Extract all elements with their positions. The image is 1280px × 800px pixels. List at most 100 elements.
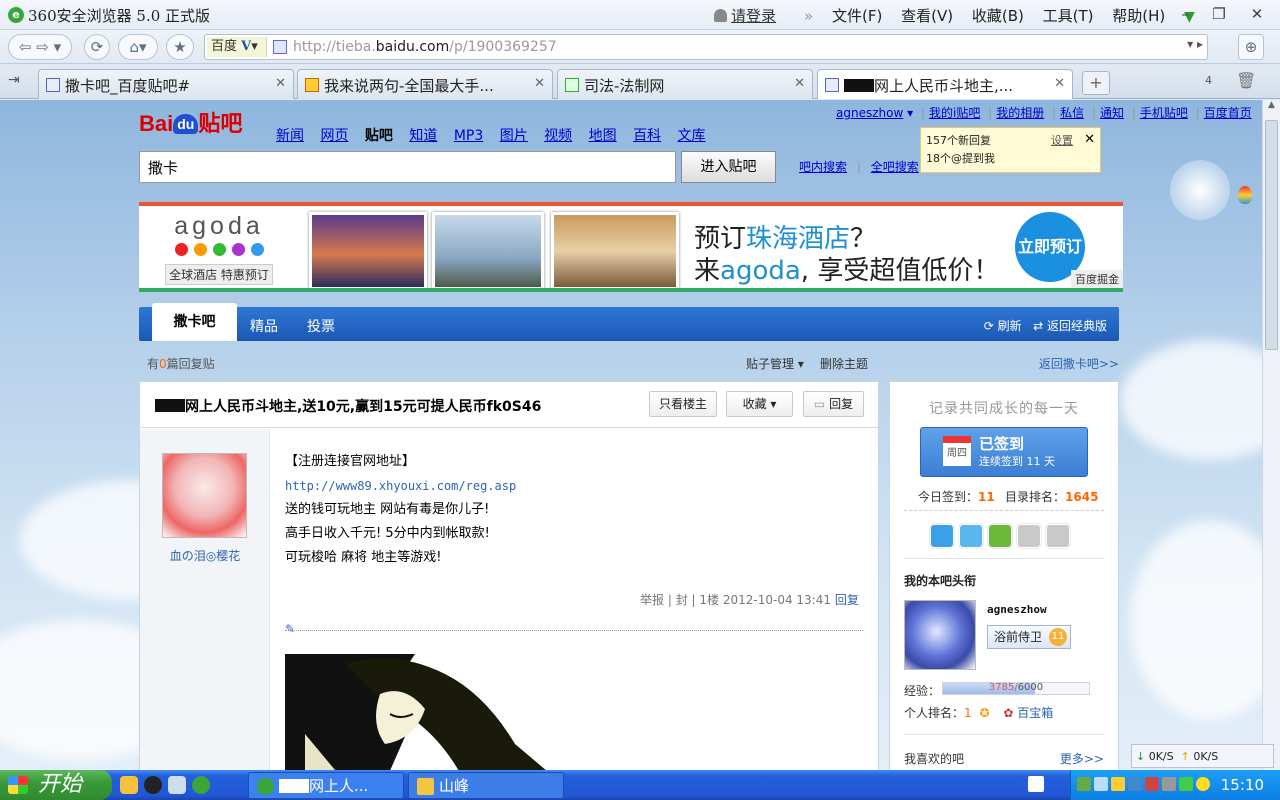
sidebar-toggle-icon[interactable]: ⇥ (8, 72, 20, 88)
enter-forum-button[interactable]: 进入贴吧 (681, 151, 776, 183)
disc-icon[interactable] (1017, 524, 1041, 548)
address-bar[interactable]: 百度 V▾ http://tieba.baidu.com/p/190036925… (204, 34, 1208, 60)
search-engine-selector[interactable]: 百度 V▾ (207, 37, 267, 57)
app-icon[interactable] (120, 776, 138, 794)
login-link[interactable]: 请登录 (714, 5, 776, 26)
nav-video[interactable]: 视频 (544, 128, 572, 144)
nav-map[interactable]: 地图 (589, 128, 617, 144)
username-link[interactable]: agneszhow (836, 106, 903, 120)
tab-2[interactable]: 我来说两句-全国最大手... ✕ (297, 69, 553, 99)
favorite-dropdown[interactable]: 收藏 ▾ (726, 391, 793, 417)
notifications-link[interactable]: 通知 (1100, 106, 1124, 120)
close-icon[interactable]: ✕ (1084, 131, 1095, 149)
menu-bar: » 文件(F) 查看(V) 收藏(B) 工具(T) 帮助(H) ▼ (804, 7, 1195, 25)
post-manage-dropdown[interactable]: 贴子管理 ▾ (746, 355, 804, 372)
minimize-button[interactable]: – (1172, 3, 1198, 25)
settings-icon[interactable]: ⊕ (1238, 34, 1264, 60)
nav-mp3[interactable]: MP3 (454, 128, 483, 144)
my-avatar[interactable] (904, 600, 976, 670)
signed-in-button[interactable]: 周四 已签到 连续签到 11 天 (920, 427, 1088, 477)
tab-1[interactable]: 撒卡吧_百度贴吧# ✕ (38, 69, 294, 99)
new-tab-button[interactable]: + (1082, 71, 1110, 95)
back-to-forum-link[interactable]: 返回撒卡吧>> (1039, 355, 1119, 372)
agoda-banner-ad[interactable]: agoda 全球酒店 特惠预订 预订珠海酒店？ 来agoda, 享受超值低价！ … (139, 202, 1123, 292)
mentions-link[interactable]: 18个@提到我 (926, 150, 1095, 168)
nav-web[interactable]: 网页 (320, 128, 348, 144)
nav-tieba[interactable]: 贴吧 (365, 128, 393, 144)
post-image[interactable] (285, 654, 560, 770)
url-dropdown-icon[interactable]: ▾ ▸ (1187, 37, 1203, 51)
page-scrollbar[interactable]: ▲ (1262, 100, 1280, 770)
maximize-button[interactable]: ❐ (1206, 3, 1232, 25)
app-icon[interactable] (168, 776, 186, 794)
url-text[interactable]: http://tieba.baidu.com/p/1900369257 (293, 39, 557, 55)
nav-zhidao[interactable]: 知道 (409, 128, 437, 144)
messages-link[interactable]: 私信 (1060, 106, 1084, 120)
tab-active[interactable]: 网上人民币斗地主,... ✕ (817, 69, 1073, 99)
forum-search-input[interactable]: 撒卡 (139, 151, 676, 183)
level-badge: 11 (1049, 628, 1067, 646)
nav-news[interactable]: 新闻 (276, 128, 304, 144)
menu-tools[interactable]: 工具(T) (1043, 7, 1094, 25)
baidu-tieba-logo[interactable]: Bai du 贴吧 (139, 106, 242, 138)
my-itieba-link[interactable]: 我的i贴吧 (929, 106, 980, 120)
nav-wenku[interactable]: 文库 (678, 128, 706, 144)
reply-button[interactable]: ▭ 回复 (803, 391, 864, 417)
tab-featured[interactable]: 精品 (250, 316, 278, 336)
mobile-tieba-link[interactable]: 手机贴吧 (1140, 106, 1188, 120)
nav-baike[interactable]: 百科 (633, 128, 661, 144)
network-speed-widget: ↓ 0K/S ↑ 0K/S (1131, 744, 1274, 768)
trash-icon[interactable]: 🗑 (1236, 71, 1256, 90)
nav-image[interactable]: 图片 (500, 128, 528, 144)
author-name-link[interactable]: 血の泪◎樱花 (140, 547, 270, 564)
delete-topic-link[interactable]: 删除主题 (820, 355, 868, 372)
my-title-badge[interactable]: 浴前侍卫 11 (987, 625, 1071, 649)
scroll-up-icon[interactable]: ▲ (1263, 100, 1280, 110)
baidu-home-link[interactable]: 百度首页 (1204, 106, 1252, 120)
ban-link[interactable]: 封 (676, 593, 688, 607)
refresh-icon[interactable]: ⟳ (84, 34, 110, 60)
classic-version-link[interactable]: 返回经典版 (1047, 319, 1107, 333)
gift-icon[interactable] (1046, 524, 1070, 548)
post-reply-link[interactable]: 回复 (835, 593, 859, 607)
refresh-link[interactable]: 刷新 (998, 319, 1022, 333)
home-icon[interactable]: ⌂▾ (118, 34, 158, 60)
menu-help[interactable]: 帮助(H) (1112, 7, 1165, 25)
only-op-button[interactable]: 只看楼主 (649, 391, 717, 417)
scrollbar-thumb[interactable] (1265, 120, 1278, 350)
my-username[interactable]: agneszhow (987, 603, 1047, 616)
taskbar-item-folder[interactable]: 山峰 (408, 772, 564, 799)
star-icon[interactable]: ★ (166, 34, 194, 60)
search-all-link[interactable]: 全吧搜索 (871, 160, 919, 174)
browser-icon[interactable] (192, 776, 210, 794)
close-tab-icon[interactable]: ✕ (1054, 76, 1065, 91)
my-album-link[interactable]: 我的相册 (996, 106, 1044, 120)
menu-favorites[interactable]: 收藏(B) (972, 7, 1024, 25)
post-url-link[interactable]: http://www89.xhyouxi.com/reg.asp (285, 474, 516, 498)
tab-3[interactable]: 司法-法制网 ✕ (557, 69, 813, 99)
treasure-box-link[interactable]: 百宝箱 (1017, 706, 1053, 720)
tray-app-icon[interactable] (1028, 776, 1044, 792)
report-link[interactable]: 举报 (640, 593, 664, 607)
start-button[interactable]: 开始 (0, 770, 112, 800)
tab-vote[interactable]: 投票 (307, 316, 335, 336)
close-tab-icon[interactable]: ✕ (275, 76, 286, 91)
sync-icon[interactable] (959, 524, 983, 548)
close-tab-icon[interactable]: ✕ (794, 76, 805, 91)
author-avatar[interactable] (162, 453, 247, 538)
menu-file[interactable]: 文件(F) (832, 7, 882, 25)
forum-tab-bar: 撒卡吧 精品 投票 ⟳ 刷新 ⇄ 返回经典版 (139, 303, 1119, 341)
close-tab-icon[interactable]: ✕ (534, 76, 545, 91)
menu-view[interactable]: 查看(V) (901, 7, 953, 25)
search-in-forum-link[interactable]: 吧内搜索 (799, 160, 847, 174)
notice-settings-link[interactable]: 设置 (1051, 132, 1073, 150)
taskbar-item-browser[interactable]: 网上人... (248, 772, 404, 799)
back-forward-buttons[interactable]: ⇦ ⇨ ▾ (8, 34, 72, 60)
b-icon[interactable] (988, 524, 1012, 548)
share-icon[interactable] (930, 524, 954, 548)
qq-icon[interactable] (144, 776, 162, 794)
post-time: 2012-10-04 13:41 (722, 593, 831, 607)
more-link[interactable]: 更多>> (1060, 750, 1104, 767)
tab-forum-home[interactable]: 撒卡吧 (152, 303, 237, 341)
close-window-button[interactable]: ✕ (1244, 3, 1270, 25)
